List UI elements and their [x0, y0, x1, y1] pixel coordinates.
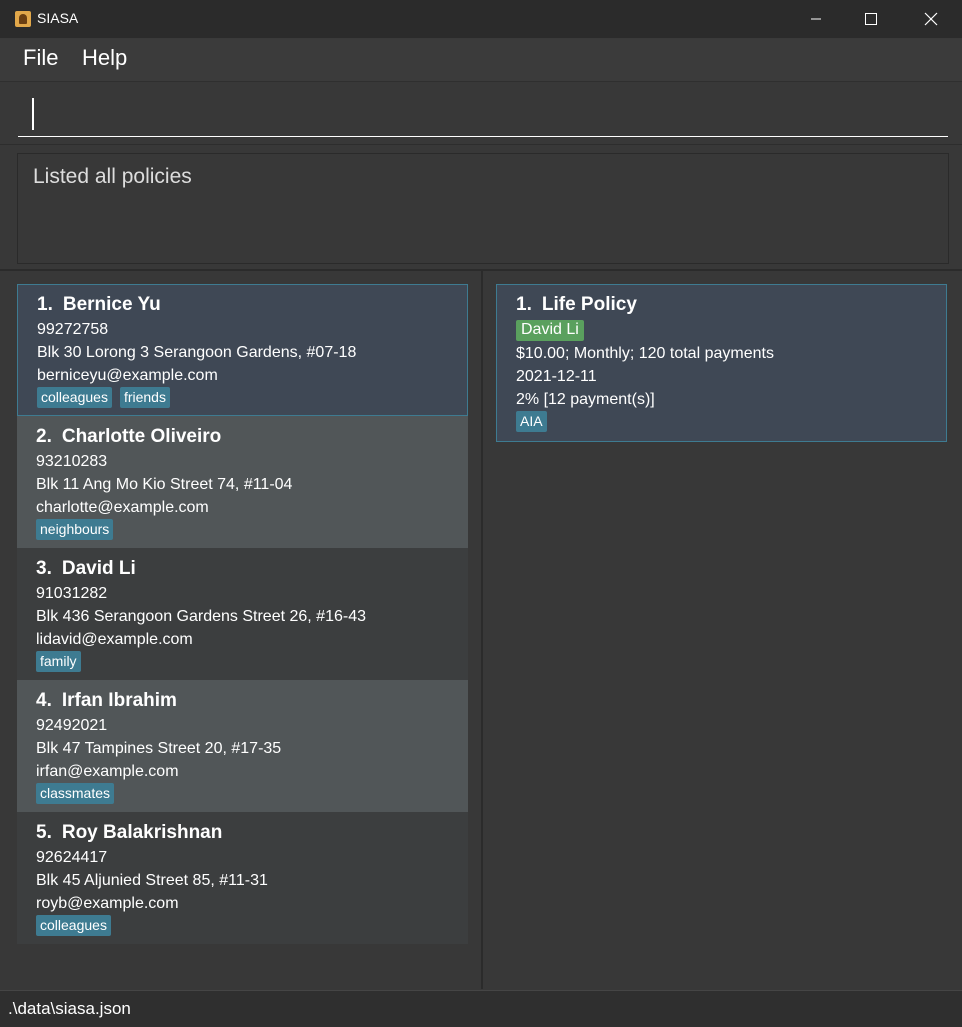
menu-file[interactable]: File — [23, 45, 58, 71]
person-email: berniceyu@example.com — [37, 367, 218, 384]
person-index: 4. — [36, 690, 52, 711]
minimize-button[interactable] — [793, 0, 839, 38]
tag: neighbours — [36, 519, 114, 540]
person-card[interactable]: 2. Charlotte Oliveiro 93210283 Blk 11 Ang… — [17, 416, 468, 548]
policy-title: 1. Life Policy — [516, 292, 946, 318]
person-phone: 91031282 — [36, 585, 108, 602]
tag: family — [36, 651, 81, 672]
person-email: irfan@example.com — [36, 763, 179, 780]
person-name: Irfan Ibrahim — [61, 690, 177, 711]
person-tags: colleagues — [36, 915, 468, 936]
person-email: royb@example.com — [36, 895, 179, 912]
person-email: lidavid@example.com — [36, 631, 193, 648]
person-name: Bernice Yu — [62, 294, 161, 315]
save-location: .\data\siasa.json — [8, 999, 131, 1018]
tag: classmates — [36, 783, 115, 804]
policy-payment: $10.00; Monthly; 120 total payments — [516, 345, 774, 362]
command-input[interactable] — [18, 92, 948, 137]
tag: colleagues — [36, 915, 111, 936]
person-title: 4. Irfan Ibrahim — [36, 688, 468, 714]
menu-help[interactable]: Help — [82, 45, 127, 71]
person-card[interactable]: 5. Roy Balakrishnan 92624417 Blk 45 Aljun… — [17, 812, 468, 944]
policy-name: Life Policy — [541, 294, 637, 315]
person-tags: colleagues friends — [37, 387, 467, 408]
policy-card[interactable]: 1. Life Policy David Li $10.00; Monthly; … — [496, 284, 947, 442]
contact-book-icon — [15, 11, 31, 27]
person-phone: 93210283 — [36, 453, 108, 470]
person-index: 2. — [36, 426, 52, 447]
person-address: Blk 11 Ang Mo Kio Street 74, #11-04 — [36, 476, 293, 493]
result-display: Listed all policies — [17, 153, 949, 264]
person-phone: 92492021 — [36, 717, 108, 734]
minimize-icon — [811, 18, 821, 20]
close-icon — [924, 12, 938, 26]
title-bar: SIASA — [0, 0, 962, 39]
maximize-button[interactable] — [848, 0, 894, 38]
person-name: Roy Balakrishnan — [61, 822, 223, 843]
person-title: 5. Roy Balakrishnan — [36, 820, 468, 846]
tag: colleagues — [37, 387, 112, 408]
person-name: David Li — [61, 558, 136, 579]
person-phone: 92624417 — [36, 849, 108, 866]
result-message: Listed all policies — [33, 165, 192, 188]
person-email: charlotte@example.com — [36, 499, 209, 516]
person-index: 1. — [37, 294, 53, 315]
person-card[interactable]: 1. Bernice Yu 99272758 Blk 30 Lorong 3 Se… — [17, 284, 468, 416]
person-title: 2. Charlotte Oliveiro — [36, 424, 468, 450]
person-index: 5. — [36, 822, 52, 843]
policy-tags: AIA — [516, 411, 946, 432]
person-tags: classmates — [36, 783, 468, 804]
policy-owner: David Li — [516, 320, 584, 341]
person-address: Blk 45 Aljunied Street 85, #11-31 — [36, 872, 268, 889]
person-name: Charlotte Oliveiro — [61, 426, 222, 447]
command-box — [0, 82, 962, 145]
text-caret — [32, 98, 34, 130]
menu-bar: File Help — [0, 39, 962, 82]
person-tags: neighbours — [36, 519, 468, 540]
status-bar: .\data\siasa.json — [0, 990, 962, 1027]
person-list[interactable]: 1. Bernice Yu 99272758 Blk 30 Lorong 3 Se… — [17, 284, 468, 944]
person-address: Blk 47 Tampines Street 20, #17-35 — [36, 740, 282, 757]
person-phone: 99272758 — [37, 321, 109, 338]
policy-index: 1. — [516, 294, 532, 315]
window-title: SIASA — [37, 10, 79, 26]
person-title: 3. David Li — [36, 556, 468, 582]
tag: friends — [119, 387, 170, 408]
policy-commission: 2% [12 payment(s)] — [516, 391, 655, 408]
maximize-icon — [865, 13, 877, 25]
panel-divider-vertical[interactable] — [481, 271, 483, 989]
tag: AIA — [516, 411, 547, 432]
person-card[interactable]: 4. Irfan Ibrahim 92492021 Blk 47 Tampines… — [17, 680, 468, 812]
person-index: 3. — [36, 558, 52, 579]
person-tags: family — [36, 651, 468, 672]
close-button[interactable] — [908, 0, 954, 38]
policy-expiry: 2021-12-11 — [516, 368, 597, 385]
person-address: Blk 30 Lorong 3 Serangoon Gardens, #07-1… — [37, 344, 357, 361]
person-address: Blk 436 Serangoon Gardens Street 26, #16… — [36, 608, 366, 625]
person-title: 1. Bernice Yu — [37, 292, 467, 318]
person-card[interactable]: 3. David Li 91031282 Blk 436 Serangoon Ga… — [17, 548, 468, 680]
